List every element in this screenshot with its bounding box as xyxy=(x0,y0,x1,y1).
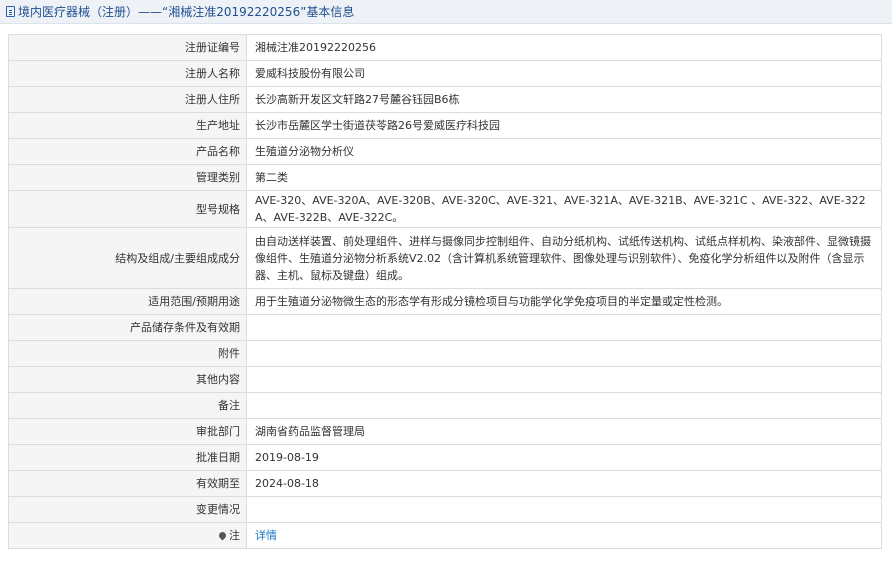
table-row: 型号规格 AVE-320、AVE-320A、AVE-320B、AVE-320C、… xyxy=(8,190,882,228)
row-value-storage-validity xyxy=(246,314,882,341)
row-label-valid-until: 有效期至 xyxy=(8,470,247,497)
row-value-intended-use: 用于生殖道分泌物微生态的形态学有形成分镜检项目与功能学化学免疫项目的半定量或定性… xyxy=(246,288,882,315)
row-value-approval-department: 湖南省药品监督管理局 xyxy=(246,418,882,445)
row-value-registrant-name: 爱威科技股份有限公司 xyxy=(246,60,882,87)
row-value-attachments xyxy=(246,340,882,367)
row-value-other-content xyxy=(246,366,882,393)
detail-table: 注册证编号 湘械注准20192220256 注册人名称 爱威科技股份有限公司 注… xyxy=(8,34,882,549)
row-label-management-category: 管理类别 xyxy=(8,164,247,191)
row-label-remarks: 备注 xyxy=(8,392,247,419)
row-label-change-history: 变更情况 xyxy=(8,496,247,523)
table-row: 附件 xyxy=(8,340,882,367)
table-row: 产品名称 生殖道分泌物分析仪 xyxy=(8,138,882,165)
page-header: 境内医疗器械（注册）——“湘械注准20192220256”基本信息 xyxy=(0,0,892,24)
table-row: 注册人住所 长沙高新开发区文轩路27号麓谷钰园B6栋 xyxy=(8,86,882,113)
table-row: 备注 xyxy=(8,392,882,419)
details-link[interactable]: 详情 xyxy=(255,529,277,542)
table-row: 管理类别 第二类 xyxy=(8,164,882,191)
row-value-production-address: 长沙市岳麓区学士街道茯苓路26号爱威医疗科技园 xyxy=(246,112,882,139)
row-label-model-spec: 型号规格 xyxy=(8,190,247,228)
row-value-product-name: 生殖道分泌物分析仪 xyxy=(246,138,882,165)
row-value-remarks xyxy=(246,392,882,419)
row-value-valid-until: 2024-08-18 xyxy=(246,470,882,497)
row-label-approval-department: 审批部门 xyxy=(8,418,247,445)
row-value-management-category: 第二类 xyxy=(246,164,882,191)
table-row: 结构及组成/主要组成成分 由自动送样装置、前处理组件、进样与摄像同步控制组件、自… xyxy=(8,227,882,289)
table-row: 产品储存条件及有效期 xyxy=(8,314,882,341)
table-row: 注 详情 xyxy=(8,522,882,549)
row-label-structure-composition: 结构及组成/主要组成成分 xyxy=(8,227,247,289)
row-label-product-name: 产品名称 xyxy=(8,138,247,165)
table-row: 有效期至 2024-08-18 xyxy=(8,470,882,497)
table-row: 注册人名称 爱威科技股份有限公司 xyxy=(8,60,882,87)
row-value-registration-number: 湘械注准20192220256 xyxy=(246,34,882,61)
location-pin-icon xyxy=(217,530,228,541)
note-label-text: 注 xyxy=(229,529,240,542)
row-label-registrant-name: 注册人名称 xyxy=(8,60,247,87)
row-value-model-spec: AVE-320、AVE-320A、AVE-320B、AVE-320C、AVE-3… xyxy=(246,190,882,228)
table-row: 审批部门 湖南省药品监督管理局 xyxy=(8,418,882,445)
row-label-registration-number: 注册证编号 xyxy=(8,34,247,61)
row-label-note: 注 xyxy=(8,522,247,549)
page-title: 境内医疗器械（注册）——“湘械注准20192220256”基本信息 xyxy=(18,5,355,19)
row-label-attachments: 附件 xyxy=(8,340,247,367)
table-row: 生产地址 长沙市岳麓区学士街道茯苓路26号爱威医疗科技园 xyxy=(8,112,882,139)
table-row: 适用范围/预期用途 用于生殖道分泌物微生态的形态学有形成分镜检项目与功能学化学免… xyxy=(8,288,882,315)
table-row: 注册证编号 湘械注准20192220256 xyxy=(8,34,882,61)
row-label-production-address: 生产地址 xyxy=(8,112,247,139)
row-label-registrant-address: 注册人住所 xyxy=(8,86,247,113)
row-label-storage-validity: 产品储存条件及有效期 xyxy=(8,314,247,341)
row-value-structure-composition: 由自动送样装置、前处理组件、进样与摄像同步控制组件、自动分纸机构、试纸传送机构、… xyxy=(246,227,882,289)
table-row: 变更情况 xyxy=(8,496,882,523)
table-row: 其他内容 xyxy=(8,366,882,393)
row-label-approval-date: 批准日期 xyxy=(8,444,247,471)
row-value-note: 详情 xyxy=(246,522,882,549)
row-value-approval-date: 2019-08-19 xyxy=(246,444,882,471)
row-value-registrant-address: 长沙高新开发区文轩路27号麓谷钰园B6栋 xyxy=(246,86,882,113)
document-icon xyxy=(6,6,15,17)
row-label-intended-use: 适用范围/预期用途 xyxy=(8,288,247,315)
row-label-other-content: 其他内容 xyxy=(8,366,247,393)
row-value-change-history xyxy=(246,496,882,523)
table-row: 批准日期 2019-08-19 xyxy=(8,444,882,471)
